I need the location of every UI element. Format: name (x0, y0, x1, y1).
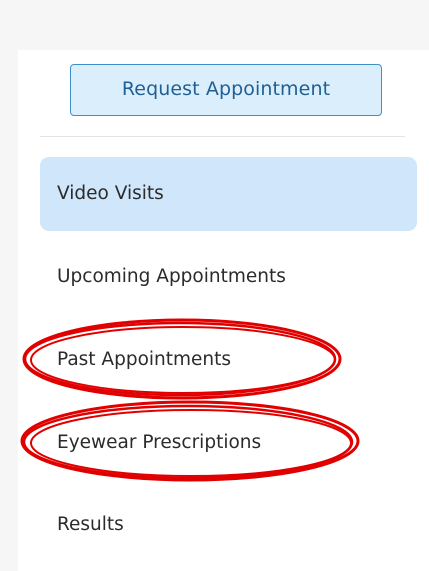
sidebar-item-past-appointments[interactable]: Past Appointments (40, 323, 417, 397)
sidebar-item-upcoming-appointments[interactable]: Upcoming Appointments (40, 240, 417, 314)
sidebar-panel: Request Appointment Video Visits Upcomin… (18, 50, 429, 571)
sidebar-item-video-visits[interactable]: Video Visits (40, 157, 417, 231)
sidebar-item-results[interactable]: Results (40, 488, 417, 562)
sidebar-divider (40, 136, 405, 137)
request-appointment-button[interactable]: Request Appointment (70, 64, 382, 116)
sidebar-item-eyewear-prescriptions[interactable]: Eyewear Prescriptions (40, 406, 417, 480)
page: Request Appointment Video Visits Upcomin… (0, 0, 429, 571)
